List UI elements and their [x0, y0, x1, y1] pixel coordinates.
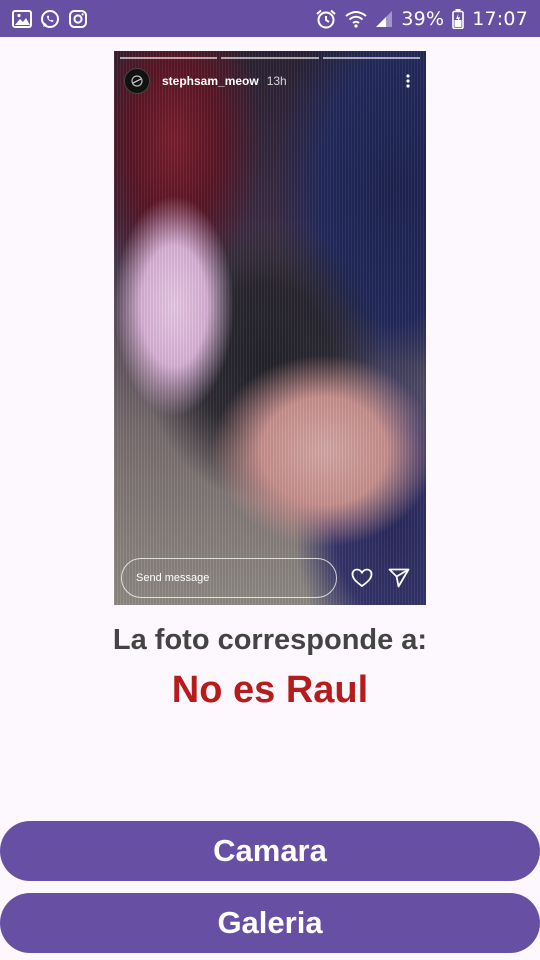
story-time: 13h: [266, 74, 287, 88]
battery-icon: [452, 8, 465, 29]
status-bar: 39% 17:07: [0, 0, 540, 37]
story-progress-segment: [120, 57, 218, 59]
clock: 17:07: [472, 7, 528, 30]
alarm-icon: [315, 9, 337, 29]
wifi-icon: [345, 10, 368, 28]
story-progress-segment: [322, 57, 420, 59]
result-label: La foto corresponde a:: [112, 624, 428, 656]
camera-button[interactable]: Camara: [0, 821, 540, 881]
story-username: stephsam_meow: [162, 74, 259, 88]
status-left-icons: [12, 9, 88, 29]
send-icon: [387, 565, 412, 591]
result-value: No es Raul: [171, 669, 369, 711]
send-message-placeholder: Send message: [136, 572, 210, 584]
story-header: stephsam_meow 13h: [124, 67, 416, 95]
more-options-icon: [400, 71, 416, 91]
send-message-field: Send message: [121, 558, 338, 598]
story-image: stephsam_meow 13h Send message: [114, 51, 426, 605]
story-photo-texture: [114, 51, 426, 605]
battery-percent: 39%: [401, 7, 445, 30]
story-footer: Send message: [121, 557, 412, 599]
image-icon: [12, 9, 32, 28]
story-progress-bar: [120, 57, 420, 59]
story-progress-segment: [221, 57, 319, 59]
status-right-icons: 39% 17:07: [315, 8, 528, 30]
whatsapp-icon: [40, 9, 60, 29]
heart-icon: [349, 565, 374, 591]
gallery-button[interactable]: Galeria: [0, 893, 540, 953]
avatar: [124, 68, 150, 94]
signal-icon: [375, 10, 393, 28]
instagram-icon: [68, 9, 88, 29]
